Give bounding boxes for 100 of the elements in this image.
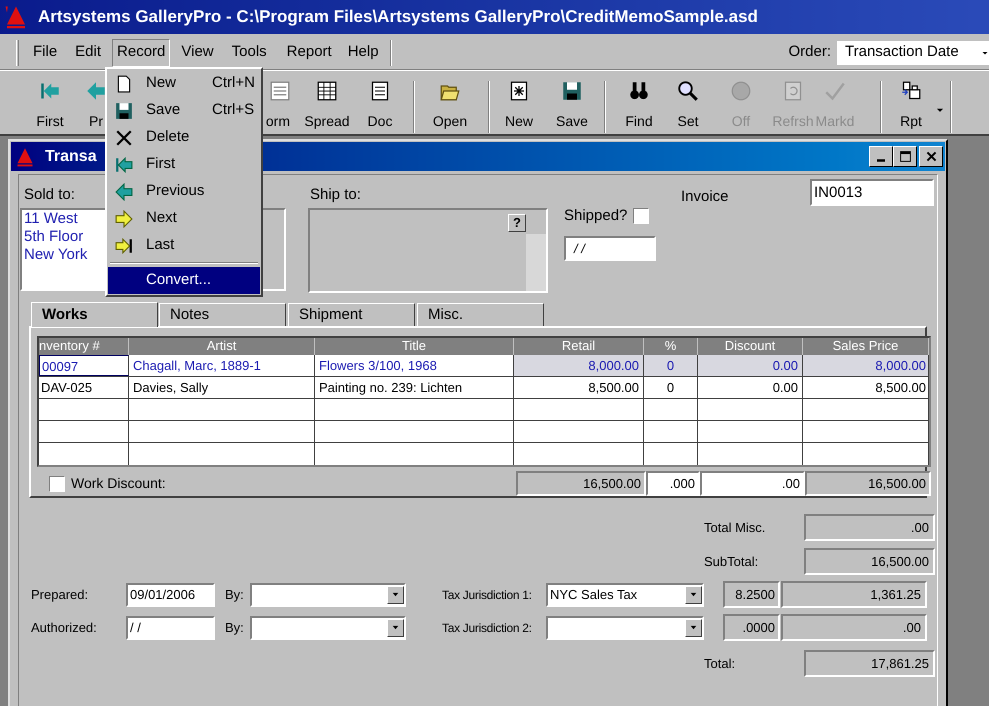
table-cell: 8,000.00	[803, 355, 929, 376]
toolbar-button[interactable]: Set	[670, 81, 706, 133]
field-label: Invoice	[681, 187, 730, 207]
menu-item[interactable]: Previous	[108, 178, 260, 205]
magnifier-icon	[678, 81, 698, 101]
percent-field[interactable]: .000	[646, 471, 700, 496]
dropdown-arrow-icon	[689, 590, 698, 599]
invoice-field[interactable]: IN0013	[810, 179, 934, 206]
table-cell: 0	[644, 355, 698, 376]
field-label: Total Misc.	[704, 518, 766, 537]
address-line: 11 West	[24, 210, 78, 228]
ship-to-field[interactable]: ?	[308, 208, 548, 293]
menu-item[interactable]: File	[28, 38, 62, 66]
grid-icon	[317, 81, 337, 101]
arrow-to-start-icon	[40, 81, 60, 101]
amount-field: .00	[804, 514, 935, 541]
check-icon	[825, 81, 845, 101]
toolbar-button[interactable]: Rpt	[893, 81, 929, 133]
minimize-button[interactable]	[869, 146, 893, 167]
field-label: By:	[225, 586, 245, 604]
by-dropdown[interactable]	[250, 582, 406, 606]
field-label: Work Discount:	[71, 474, 166, 493]
tax-jurisdiction-dropdown[interactable]: NYC Sales Tax	[546, 582, 704, 606]
help-button[interactable]: ?	[508, 214, 526, 232]
field-label: SubTotal:	[704, 552, 760, 571]
left-arrow-icon	[115, 182, 133, 200]
menu-item[interactable]: Record	[112, 38, 170, 66]
close-icon	[115, 128, 133, 146]
by-dropdown[interactable]	[250, 616, 406, 640]
app-logo-icon	[15, 146, 35, 166]
table-cell: 8,000.00	[514, 355, 644, 376]
toolbar-button[interactable]: Spread	[304, 81, 350, 133]
amount-field: 16,500.00	[804, 548, 935, 575]
tab[interactable]: Works	[31, 302, 158, 327]
new-page-icon	[509, 81, 529, 101]
arrow-to-end-icon	[115, 236, 133, 254]
menu-item[interactable]: View	[176, 38, 219, 66]
menu-item[interactable]: Next	[108, 205, 260, 232]
dropdown-arrow-icon	[391, 590, 400, 599]
field-label: Ship to:	[310, 185, 361, 202]
toolbar-button[interactable]: New	[501, 81, 537, 133]
field-label: Total:	[704, 654, 736, 673]
printer-icon	[901, 81, 921, 101]
field-label: Authorized:	[31, 618, 98, 637]
field-label: By:	[225, 618, 245, 637]
order-dropdown[interactable]: Transaction Date	[837, 40, 989, 64]
tab[interactable]: Shipment	[288, 303, 415, 326]
address-line: 5th Floor	[24, 228, 84, 246]
amount-field: 17,861.25	[804, 650, 935, 677]
tab[interactable]: Misc.	[417, 303, 544, 326]
menu-item[interactable]: Convert...	[108, 267, 260, 294]
tax-jurisdiction-dropdown[interactable]	[546, 616, 704, 640]
dropdown-arrow-icon	[391, 623, 400, 632]
address-line: New York	[24, 246, 88, 264]
date-field[interactable]: / /	[126, 616, 215, 640]
toolbar-button[interactable]: First	[28, 81, 72, 133]
amount-field: 1,361.25	[781, 581, 927, 608]
menu-item[interactable]: First	[108, 151, 260, 178]
binoculars-icon	[629, 81, 649, 101]
field-label: Tax Jurisdiction 2:	[442, 620, 533, 636]
menu-item[interactable]: Help	[342, 38, 384, 66]
app-logo-icon	[4, 5, 28, 29]
toolbar-button[interactable]: Doc	[364, 81, 396, 133]
maximize-icon	[898, 150, 912, 163]
tab[interactable]: Notes	[159, 303, 286, 326]
field-label: Prepared:	[31, 586, 90, 604]
close-icon	[924, 150, 938, 163]
circle-icon	[731, 81, 751, 101]
maximize-button[interactable]	[893, 146, 917, 167]
window-title: Artsystems GalleryPro - C:\Program Files\Artsystems GalleryPro\CreditMemoSample.asd	[38, 6, 758, 28]
checkbox[interactable]	[49, 476, 65, 492]
menu-item[interactable]: Edit	[70, 38, 106, 66]
discount-field[interactable]: .00	[700, 471, 805, 496]
order-label: Order:	[788, 42, 831, 62]
menu-item[interactable]: Report	[282, 38, 337, 66]
tax-rate-field: .0000	[723, 614, 780, 641]
toolbar-button[interactable]: Save	[554, 81, 590, 133]
tax-rate-field: 8.2500	[723, 581, 780, 608]
child-window-title: Transa	[45, 146, 97, 166]
close-button[interactable]	[919, 146, 943, 167]
table-cell: DAV-025	[39, 377, 129, 398]
right-arrow-icon	[115, 210, 133, 228]
date-field[interactable]: 09/01/2006	[126, 582, 215, 606]
total-field: 16,500.00	[805, 471, 931, 496]
amount-field: .00	[781, 614, 927, 641]
table-cell: 0.00	[698, 355, 803, 376]
form-icon	[270, 81, 290, 101]
field-label: Tax Jurisdiction 1:	[442, 586, 533, 604]
menu-item[interactable]: Last	[108, 232, 260, 259]
toolbar-button[interactable]: Find	[621, 81, 657, 133]
checkbox[interactable]	[633, 208, 650, 224]
table-cell: 00097	[39, 355, 129, 376]
toolbar-button[interactable]: Open	[430, 81, 470, 133]
date-field[interactable]: / /	[564, 236, 656, 260]
page-icon	[115, 74, 133, 92]
menu-item[interactable]: Tools	[226, 38, 272, 66]
field-label: Shipped?	[564, 206, 628, 226]
dropdown-arrow-icon	[689, 623, 698, 632]
document-icon	[370, 81, 390, 101]
minimize-icon	[877, 159, 885, 162]
